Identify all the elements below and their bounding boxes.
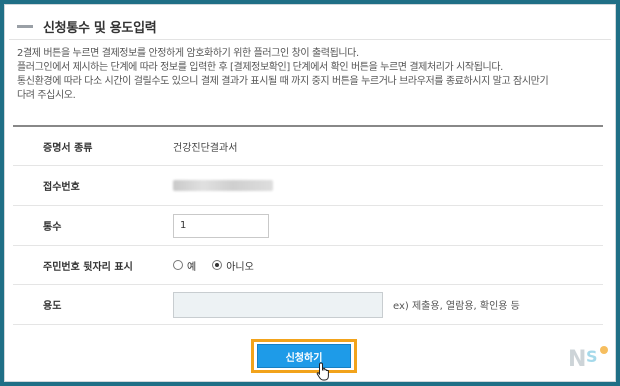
- content-panel: 신청통수 및 용도입력 2결제 버튼을 누르면 결제정보를 안정하게 암호화하기…: [4, 4, 616, 382]
- section-title: 신청통수 및 용도입력: [43, 20, 157, 36]
- cert-type-value: 건강진단결과서: [173, 142, 238, 154]
- notice-line: 2결제 버튼을 누르면 결제정보를 안정하게 암호화하기 위한 플러그인 창이 …: [17, 48, 359, 59]
- ssn-yes-radio[interactable]: [173, 260, 183, 270]
- form-row-copies: 통수 1: [13, 206, 603, 246]
- ssn-suffix-label: 주민번호 뒷자리 표시: [43, 261, 133, 273]
- receipt-no-label: 접수번호: [43, 182, 80, 193]
- purpose-label: 용도: [43, 301, 62, 312]
- form-row-ssn-suffix: 주민번호 뒷자리 표시 예 아니오: [13, 246, 603, 285]
- notice-line: 다려 주십시오.: [17, 90, 76, 101]
- notice-text: 2결제 버튼을 누르면 결제정보를 안정하게 암호화하기 위한 플러그인 창이 …: [17, 47, 607, 103]
- cert-type-label: 증명서 종류: [43, 142, 93, 154]
- submit-button[interactable]: 신청하기: [257, 344, 351, 368]
- purpose-hint: ex) 제출용, 열람용, 확인용 등: [393, 301, 520, 312]
- ssn-yes-label[interactable]: 예: [187, 258, 196, 273]
- section-bullet-icon: [17, 24, 33, 28]
- divider: [9, 39, 611, 40]
- receipt-no-redacted: [173, 180, 273, 191]
- svg-text:N: N: [568, 347, 586, 372]
- notice-line: 플러그인에서 제시하는 단계에 따라 정보를 입력한 후 [결제정보확인] 단계…: [17, 62, 503, 73]
- application-form: 증명서 종류 건강진단결과서 접수번호 통수 1 주민번호 뒷자리 표시 예 아…: [13, 125, 603, 325]
- copies-input[interactable]: 1: [173, 213, 269, 238]
- hand-pointer-icon: [316, 362, 329, 381]
- section-header: 신청통수 및 용도입력: [17, 15, 157, 37]
- purpose-input[interactable]: [173, 291, 383, 318]
- ns-logo: N S: [568, 346, 608, 372]
- ssn-no-label[interactable]: 아니오: [226, 258, 254, 273]
- form-row-cert-type: 증명서 종류 건강진단결과서: [13, 127, 603, 166]
- copies-label: 통수: [43, 222, 62, 233]
- ssn-no-radio[interactable]: [212, 260, 223, 270]
- form-row-purpose: 용도 ex) 제출용, 열람용, 확인용 등: [13, 285, 603, 325]
- notice-line: 통신환경에 따라 다소 시간이 걸릴수도 있으니 결제 결과가 표시될 때 까지…: [17, 76, 549, 87]
- svg-text:S: S: [586, 347, 598, 366]
- submit-highlight: 신청하기: [251, 339, 357, 373]
- form-row-receipt-no: 접수번호: [13, 166, 603, 206]
